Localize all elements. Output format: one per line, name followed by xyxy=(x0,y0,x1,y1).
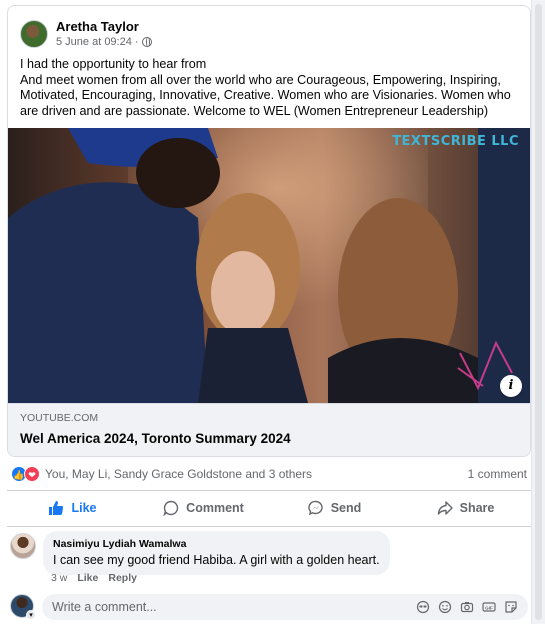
comment-reply-link[interactable]: Reply xyxy=(108,572,137,584)
post-text-line1: I had the opportunity to hear from xyxy=(20,57,207,71)
commenter-name[interactable]: Nasimiyu Lydiah Wamalwa xyxy=(53,537,380,551)
post-text-line2: And meet women from all over the world w… xyxy=(20,72,511,118)
heart-icon: ❤ xyxy=(24,466,40,482)
messenger-icon xyxy=(308,500,323,516)
send-button[interactable]: Send xyxy=(269,493,400,523)
post-text: I had the opportunity to hear from And m… xyxy=(20,57,520,119)
post-header: Aretha Taylor 5 June at 09:24 · xyxy=(20,16,152,52)
svg-text:GIF: GIF xyxy=(485,605,493,610)
chevron-down-icon[interactable]: ▾ xyxy=(26,610,36,620)
composer-icons: GIF xyxy=(416,600,518,614)
emoji-icon[interactable] xyxy=(438,600,452,614)
author-name[interactable]: Aretha Taylor xyxy=(56,19,152,35)
camera-icon[interactable] xyxy=(460,600,474,614)
link-preview-image[interactable]: TEXTSCRIBE LLC i xyxy=(8,128,530,403)
link-title[interactable]: Wel America 2024, Toronto Summary 2024 xyxy=(20,429,520,449)
comment-meta: 3 w Like Reply xyxy=(51,572,137,584)
divider xyxy=(7,490,531,491)
globe-icon[interactable] xyxy=(141,37,152,47)
comment-label: Comment xyxy=(186,501,244,515)
comment-composer: ▾ Write a comment... GIF xyxy=(10,594,528,620)
comment-button[interactable]: Comment xyxy=(138,493,269,523)
share-label: Share xyxy=(459,501,495,515)
avatar-sticker-icon[interactable] xyxy=(416,600,430,614)
comment-age[interactable]: 3 w xyxy=(51,572,67,584)
comment-placeholder: Write a comment... xyxy=(52,600,157,614)
author-avatar[interactable] xyxy=(20,20,48,48)
info-icon[interactable]: i xyxy=(500,375,522,397)
speech-bubble-icon xyxy=(163,500,179,516)
gif-icon[interactable]: GIF xyxy=(482,600,496,614)
comment-like-link[interactable]: Like xyxy=(77,572,98,584)
share-arrow-icon xyxy=(437,501,453,515)
brand-watermark: TEXTSCRIBE LLC xyxy=(392,134,519,149)
link-caption[interactable]: YOUTUBE.COM Wel America 2024, Toronto Su… xyxy=(8,403,530,456)
thumbs-up-icon xyxy=(49,501,64,515)
post-actions: Like Comment Send Share xyxy=(7,493,531,523)
reaction-names[interactable]: You, May Li, Sandy Grace Goldstone and 3… xyxy=(45,467,312,481)
video-thumbnail xyxy=(8,128,530,403)
commenter-avatar[interactable] xyxy=(10,533,36,559)
comment-bubble: Nasimiyu Lydiah Wamalwa I can see my goo… xyxy=(43,531,390,575)
share-button[interactable]: Share xyxy=(400,493,531,523)
send-label: Send xyxy=(330,501,362,515)
like-button[interactable]: Like xyxy=(7,493,138,523)
post-date[interactable]: 5 June at 09:24 xyxy=(56,35,132,49)
comment-count[interactable]: 1 comment xyxy=(468,467,527,481)
comment-text: I can see my good friend Habiba. A girl … xyxy=(53,553,380,567)
post-card: Aretha Taylor 5 June at 09:24 · I had th… xyxy=(7,5,531,457)
reaction-icons[interactable]: 👍 ❤ xyxy=(11,466,40,482)
reactions-summary: 👍 ❤ You, May Li, Sandy Grace Goldstone a… xyxy=(11,465,529,483)
scrollbar-thumb[interactable] xyxy=(535,4,542,620)
post-meta: 5 June at 09:24 · xyxy=(56,35,152,49)
divider xyxy=(7,526,531,527)
comment-input[interactable]: Write a comment... GIF xyxy=(42,594,528,620)
sticker-icon[interactable] xyxy=(504,600,518,614)
meta-separator: · xyxy=(134,36,139,48)
author-block: Aretha Taylor 5 June at 09:24 · xyxy=(56,19,152,49)
link-domain: YOUTUBE.COM xyxy=(20,412,99,424)
like-label: Like xyxy=(71,501,97,515)
scrollbar[interactable] xyxy=(531,0,545,624)
